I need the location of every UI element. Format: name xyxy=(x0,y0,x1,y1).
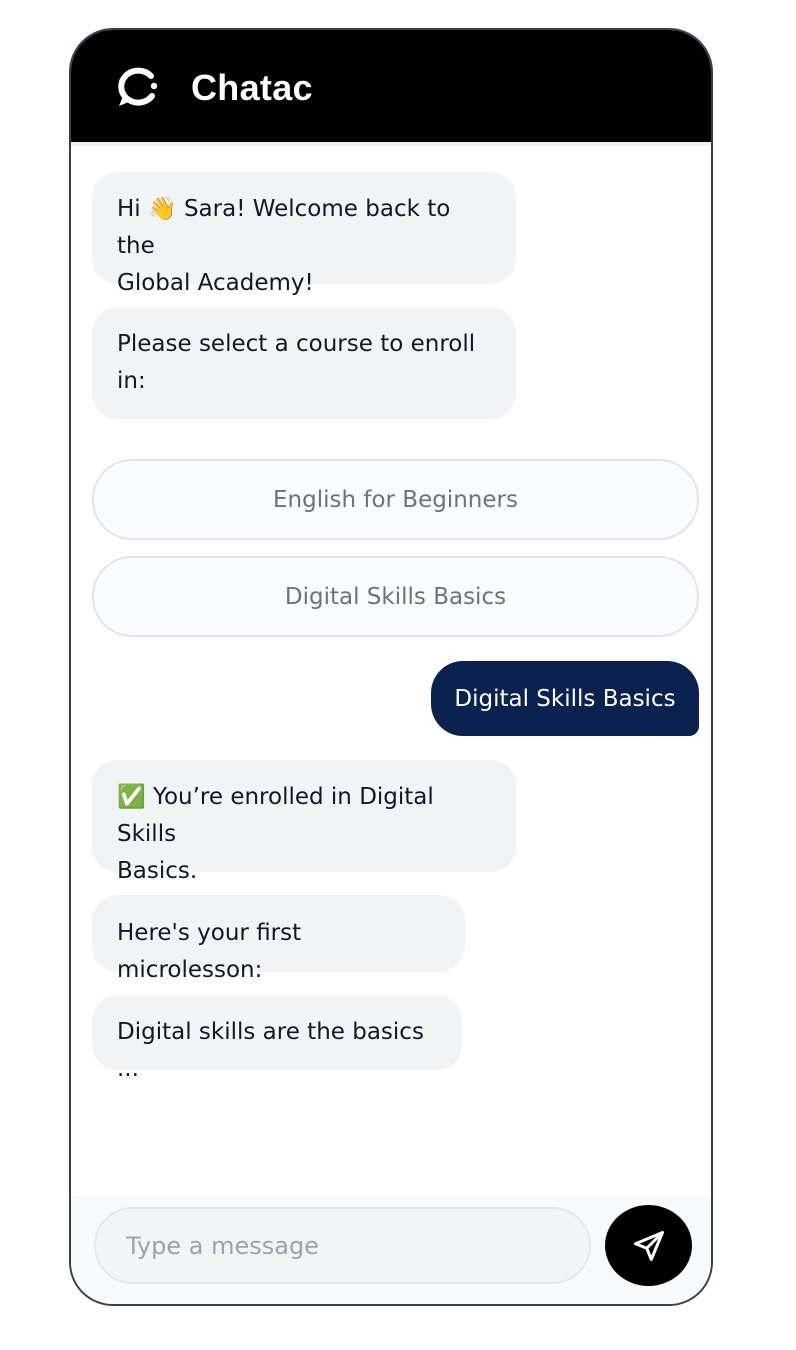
waving-hand-icon: 👋 xyxy=(148,196,177,222)
message-text: Here's your first microlesson: xyxy=(117,920,302,983)
option-label: Digital Skills Basics xyxy=(284,583,507,610)
bot-message-greeting: Hi 👋 Sara! Welcome back to the Global Ac… xyxy=(92,172,516,296)
chat-header: Chatac xyxy=(71,30,711,142)
message-text: Basics. xyxy=(117,858,198,884)
chat-logo-icon xyxy=(118,67,158,106)
user-message: Digital Skills Basics xyxy=(431,661,699,736)
header-divider xyxy=(71,142,711,146)
option-label: English for Beginners xyxy=(273,486,518,513)
message-text: Global Academy! xyxy=(117,270,314,296)
bot-message-lesson-text: Digital skills are the basics ... xyxy=(92,995,462,1082)
message-input[interactable] xyxy=(94,1207,591,1284)
message-text: You’re enrolled in Digital Skills xyxy=(117,784,434,847)
message-text: Hi xyxy=(117,196,141,222)
check-mark-icon: ✅ xyxy=(117,784,146,810)
message-text: Digital skills are the basics ... xyxy=(117,1019,424,1082)
message-text: Please select a course to enroll xyxy=(117,331,476,357)
message-text: Digital Skills Basics xyxy=(454,685,676,712)
send-button[interactable] xyxy=(605,1205,692,1286)
course-option-digital-skills[interactable]: Digital Skills Basics xyxy=(92,556,699,637)
bot-message-microlesson: Here's your first microlesson: xyxy=(92,895,465,983)
message-text: in: xyxy=(117,368,146,394)
bot-message-prompt: Please select a course to enroll in: xyxy=(92,307,516,419)
chat-widget: Chatac Hi 👋 Sara! Welcome back to the Gl… xyxy=(69,28,713,1306)
app-title: Chatac xyxy=(191,67,313,108)
course-option-english[interactable]: English for Beginners xyxy=(92,459,699,540)
bot-message-enrolled: ✅ You’re enrolled in Digital Skills Basi… xyxy=(92,760,516,884)
send-icon xyxy=(633,1230,664,1261)
